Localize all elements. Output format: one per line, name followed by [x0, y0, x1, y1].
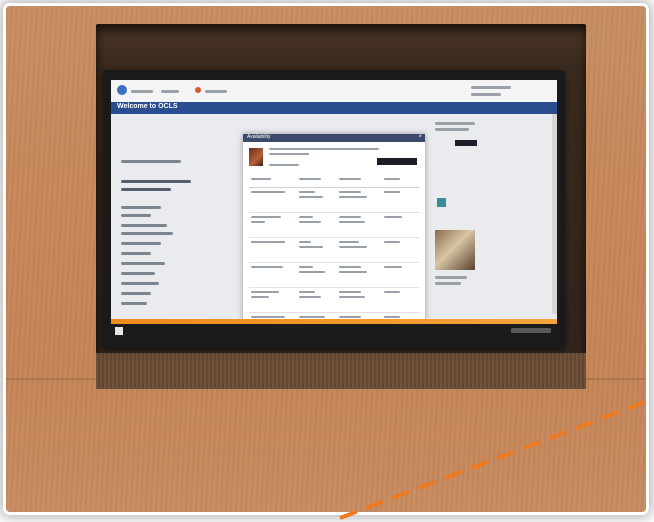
- dialog-title: Availability: [247, 134, 271, 140]
- browser-tab-text: [131, 90, 153, 93]
- start-button-icon[interactable]: [115, 327, 123, 335]
- cover-thumbnail: [435, 230, 475, 270]
- left-sidebar: [121, 120, 211, 320]
- panel-text: [435, 276, 467, 279]
- sidebar-line: [121, 292, 151, 295]
- right-panel: [427, 120, 547, 320]
- panel-text: [435, 282, 461, 285]
- sidebar-line: [121, 282, 159, 285]
- os-taskbar: [111, 324, 557, 338]
- availability-table: [249, 176, 419, 334]
- browser-user-text: [471, 86, 511, 89]
- recess-lip: [96, 353, 586, 389]
- page-scrollbar[interactable]: [552, 114, 557, 314]
- browser-tab-text: [205, 90, 227, 93]
- browser-tab-text: [161, 90, 179, 93]
- close-icon[interactable]: ×: [418, 134, 422, 140]
- sidebar-line: [121, 242, 161, 245]
- panel-text: [435, 128, 469, 131]
- table-row: [249, 262, 419, 288]
- sidebar-line: [121, 214, 151, 217]
- sidebar-line: [121, 302, 147, 305]
- monitor-screen: Welcome to OCLS Availability ×: [111, 80, 557, 338]
- table-row: [249, 237, 419, 263]
- column-header: [381, 176, 419, 188]
- share-icon[interactable]: [437, 198, 446, 207]
- sidebar-line: [121, 252, 151, 255]
- sidebar-line: [121, 180, 191, 183]
- column-header: [337, 176, 382, 188]
- browser-user-text: [471, 93, 501, 96]
- book-cover-thumbnail: [249, 148, 263, 166]
- browser-toolbar: [111, 80, 557, 103]
- dialog-text: [269, 148, 379, 150]
- system-tray: [511, 328, 551, 333]
- table-row: [249, 187, 419, 213]
- table-row: [249, 212, 419, 238]
- sidebar-line: [121, 188, 171, 191]
- sidebar-line: [121, 262, 165, 265]
- kiosk-monitor: Welcome to OCLS Availability ×: [103, 70, 565, 348]
- site-title: Welcome to OCLS: [117, 103, 178, 110]
- sidebar-line: [121, 232, 173, 235]
- browser-tab-icon: [195, 87, 201, 93]
- sidebar-line: [121, 224, 167, 227]
- dialog-header: Availability ×: [243, 134, 425, 142]
- panel-text: [435, 122, 475, 125]
- sidebar-line: [121, 206, 161, 209]
- table-row: [249, 287, 419, 313]
- browser-logo-icon: [117, 85, 127, 95]
- column-header: [249, 176, 297, 188]
- dialog-text: [269, 153, 309, 155]
- availability-dialog: Availability ×: [243, 134, 425, 334]
- dialog-text: [269, 164, 299, 166]
- panel-button[interactable]: [455, 140, 477, 146]
- site-header: Welcome to OCLS: [111, 102, 557, 114]
- sidebar-line: [121, 272, 155, 275]
- sidebar-line: [121, 160, 181, 163]
- column-header: [296, 176, 338, 188]
- dialog-action-button[interactable]: [377, 158, 417, 165]
